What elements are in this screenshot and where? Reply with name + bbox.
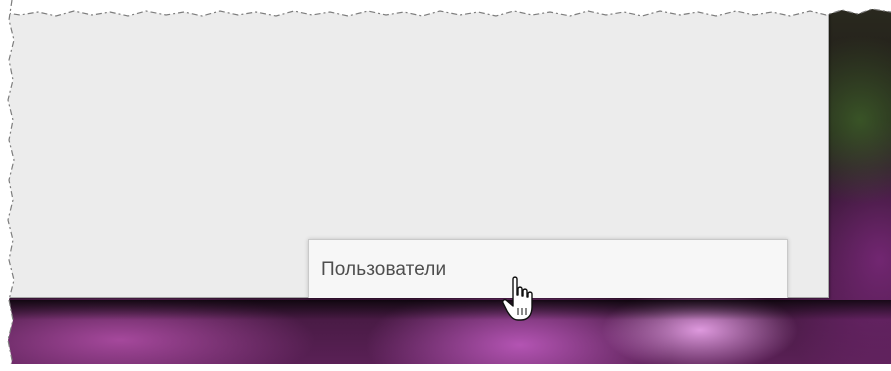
screenshot-frame: Пользователи — [0, 0, 891, 371]
dropdown-menu: Пользователи — [308, 239, 788, 298]
hand-pointer-icon — [502, 276, 533, 321]
wallpaper-shadow — [0, 300, 891, 320]
menu-item-users[interactable]: Пользователи — [309, 240, 787, 298]
menu-item-label: Пользователи — [321, 259, 447, 280]
